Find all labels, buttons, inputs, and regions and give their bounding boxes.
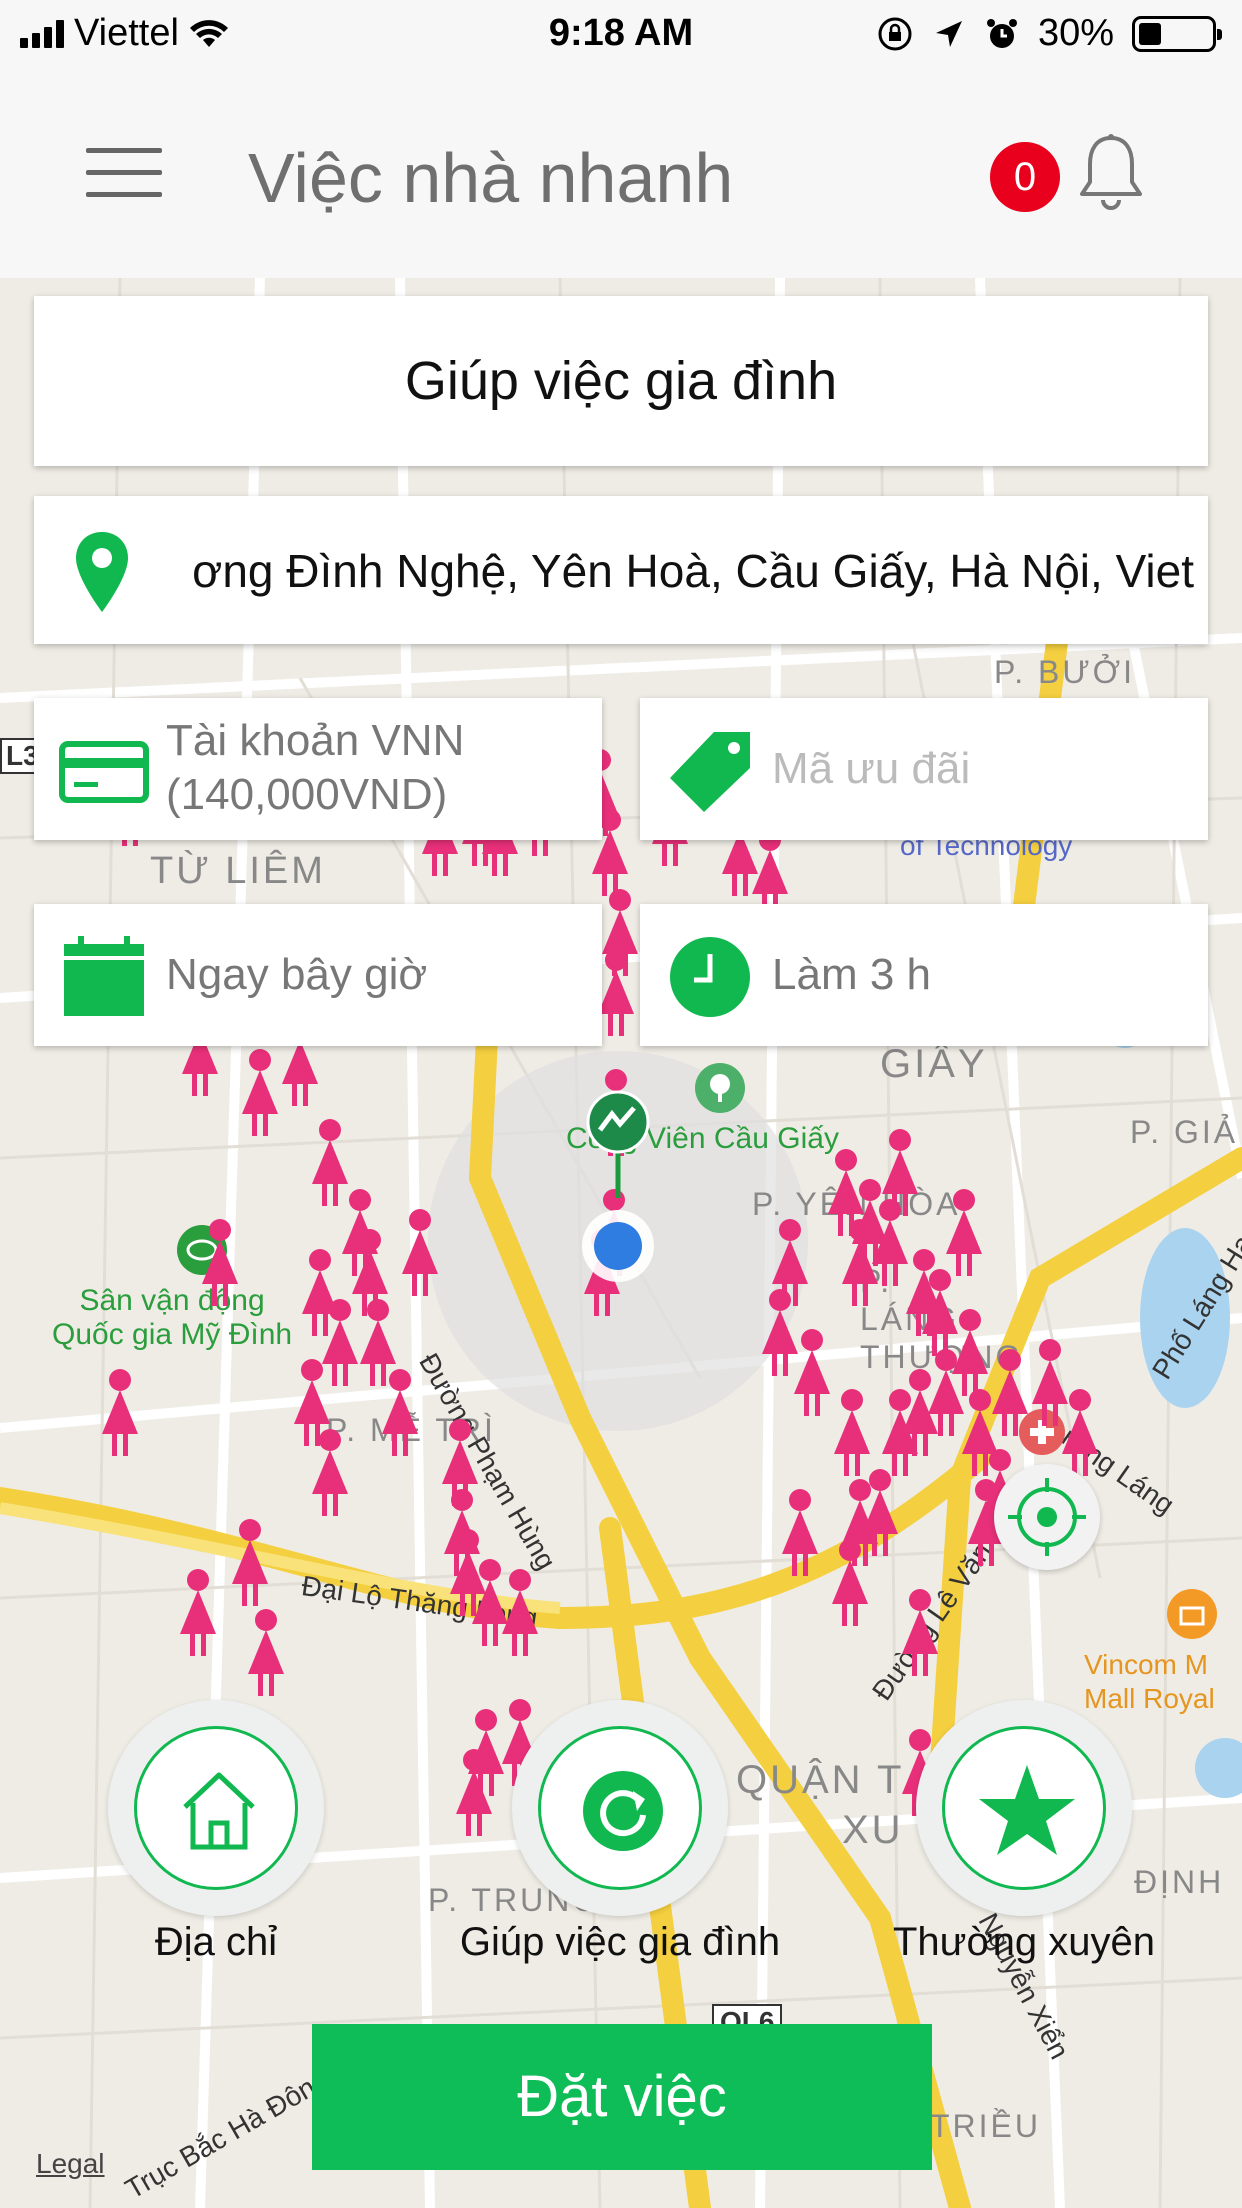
worker-marker-icon[interactable] — [248, 1609, 284, 1696]
alarm-icon — [986, 18, 1017, 48]
address-text[interactable]: Lương Đình Nghệ, Yên Hoà, Cầu Giấy, Hà N… — [194, 544, 1194, 598]
worker-marker-icon[interactable] — [598, 949, 634, 1036]
service-type-card[interactable]: Giúp việc gia đình — [34, 296, 1208, 466]
favorites-action-button[interactable] — [916, 1700, 1132, 1916]
favorites-action-inner — [942, 1726, 1106, 1890]
book-job-button[interactable]: Đặt việc — [312, 2024, 932, 2170]
worker-marker-icon[interactable] — [102, 1369, 138, 1456]
payment-account-card[interactable]: Tài khoản VNN (140,000VND) — [34, 698, 602, 840]
battery-icon — [1132, 15, 1222, 52]
status-right: 30% — [876, 12, 1222, 55]
worker-marker-icon[interactable] — [242, 1049, 278, 1136]
repeat-service-action-inner — [538, 1726, 702, 1890]
worker-marker-icon[interactable] — [232, 1519, 268, 1606]
current-location-dot — [582, 1210, 654, 1282]
worker-marker-icon[interactable] — [1032, 1339, 1068, 1426]
duration-card[interactable]: Làm 3 h — [640, 904, 1208, 1046]
worker-marker-icon[interactable] — [382, 1369, 418, 1456]
worker-marker-icon[interactable] — [762, 1289, 798, 1376]
worker-marker-icon[interactable] — [402, 1209, 438, 1296]
worker-marker-icon[interactable] — [312, 1119, 348, 1206]
refresh-icon — [583, 1771, 663, 1851]
hamburger-menu-icon[interactable] — [86, 148, 162, 198]
calendar-icon — [64, 936, 144, 1016]
repeat-service-action-label: Giúp việc gia đình — [459, 1920, 781, 1964]
selected-location-pin-icon — [586, 1090, 650, 1198]
worker-marker-icon[interactable] — [794, 1329, 830, 1416]
credit-card-icon — [59, 741, 149, 803]
location-pin-icon — [76, 532, 128, 612]
worker-marker-icon[interactable] — [180, 1569, 216, 1656]
worker-marker-icon[interactable] — [832, 1539, 868, 1626]
location-arrow-icon — [935, 20, 962, 47]
worker-marker-icon[interactable] — [1062, 1389, 1098, 1476]
payment-account-label: Tài khoản VNN (140,000VND) — [166, 714, 464, 822]
status-bar: Viettel 9:18 AM 30% — [0, 0, 1242, 66]
worker-marker-icon[interactable] — [952, 1309, 988, 1396]
notification-badge[interactable]: 0 — [990, 142, 1060, 212]
address-action-button[interactable] — [108, 1700, 324, 1916]
bell-icon[interactable] — [1076, 132, 1146, 214]
address-card[interactable]: Lương Đình Nghệ, Yên Hoà, Cầu Giấy, Hà N… — [34, 496, 1208, 644]
star-icon — [979, 1765, 1075, 1855]
tag-icon — [670, 732, 750, 812]
worker-marker-icon[interactable] — [992, 1349, 1028, 1436]
payment-account-name: Tài khoản VNN — [166, 716, 465, 765]
worker-marker-icon[interactable] — [902, 1589, 938, 1676]
rotation-lock-icon — [878, 17, 912, 50]
worker-marker-icon[interactable] — [302, 1249, 338, 1336]
address-action-label: Địa chỉ — [154, 1920, 278, 1964]
worker-marker-icon[interactable] — [834, 1389, 870, 1476]
worker-marker-icon[interactable] — [752, 829, 788, 916]
worker-marker-icon[interactable] — [202, 1219, 238, 1306]
favorites-action-label: Thường xuyên — [892, 1920, 1156, 1964]
promo-code-card[interactable]: Mã ưu đãi — [640, 698, 1208, 840]
schedule-time-label: Ngay bây giờ — [166, 950, 428, 999]
home-icon — [183, 1772, 255, 1850]
page-title: Việc nhà nhanh — [248, 139, 734, 217]
battery-percent: 30% — [1037, 12, 1114, 54]
crosshair-icon — [1008, 1478, 1086, 1556]
schedule-time-card[interactable]: Ngay bây giờ — [34, 904, 602, 1046]
worker-marker-icon[interactable] — [502, 1569, 538, 1656]
clock-icon — [670, 937, 750, 1017]
promo-code-input[interactable]: Mã ưu đãi — [772, 742, 970, 796]
payment-account-balance: (140,000VND) — [166, 770, 448, 819]
repeat-service-action-button[interactable] — [512, 1700, 728, 1916]
address-action-inner — [134, 1726, 298, 1890]
duration-label: Làm 3 h — [772, 950, 931, 999]
app-header: Việc nhà nhanh 0 — [0, 66, 1242, 278]
worker-marker-icon[interactable] — [946, 1189, 982, 1276]
worker-marker-icon[interactable] — [782, 1489, 818, 1576]
locate-me-button[interactable] — [994, 1464, 1100, 1570]
